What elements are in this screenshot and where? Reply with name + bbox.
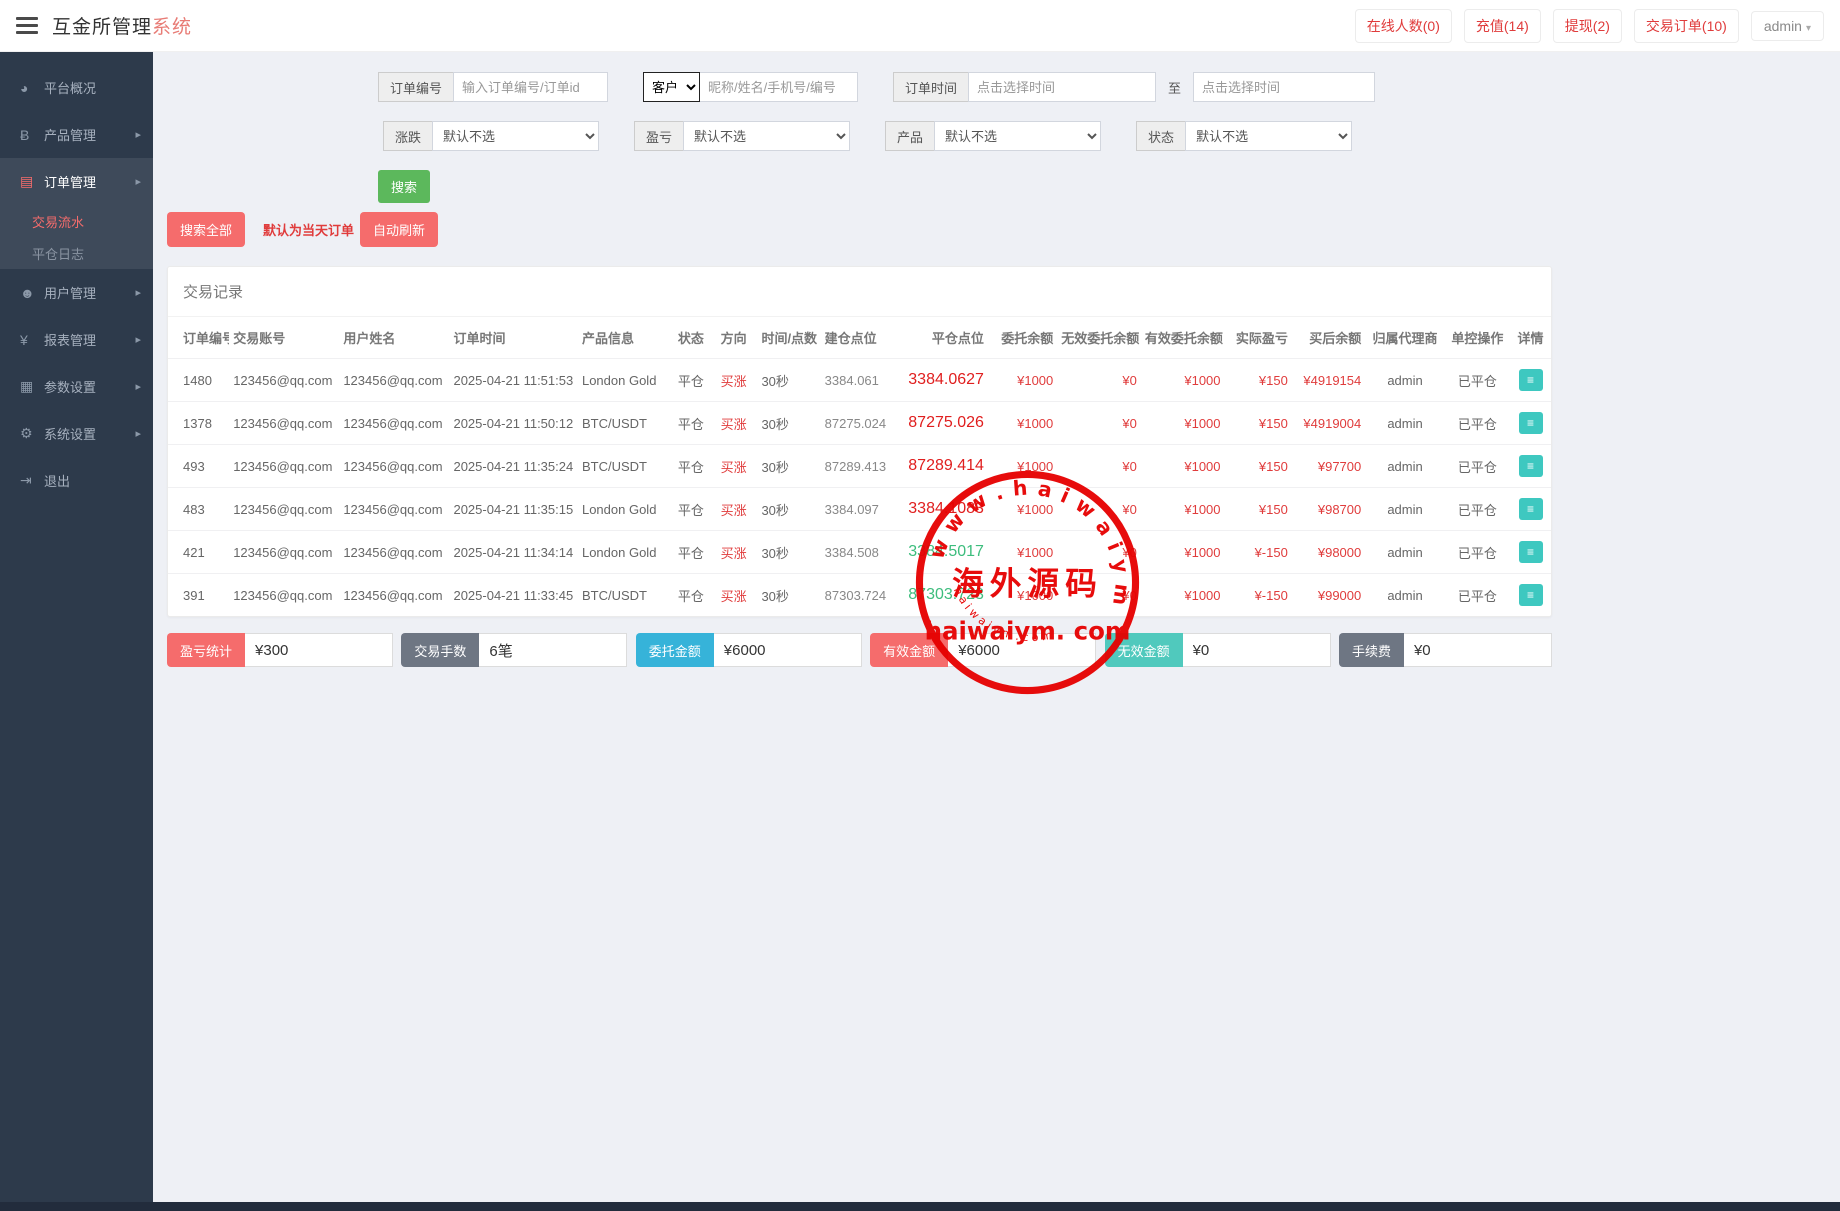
chevron-right-icon: ▸ [135,286,141,299]
sidebar-item-logout[interactable]: ⇥ 退出 [0,457,153,504]
time-end-input[interactable] [1193,72,1375,102]
product-select[interactable]: 默认不选 [934,121,1101,151]
invalid-amount-label[interactable]: 无效金额 [1105,633,1183,667]
table-row: 1480 123456@qq.com 123456@qq.com 2025-04… [168,359,1551,402]
card-title: 交易记录 [168,267,1551,317]
sidebar-item-overview[interactable]: ◕ 平台概况 [0,64,153,111]
summary-entrust-amount: 委托金额 [636,633,862,667]
orders-icon: ▤ [20,173,44,190]
order-no-input[interactable] [453,72,608,102]
trade-count-value [479,633,627,667]
menu-toggle-icon[interactable] [16,17,38,34]
logout-icon: ⇥ [20,472,44,489]
user-icon: ☻ [20,285,44,301]
updown-filter-label: 涨跌 [383,121,432,151]
detail-button[interactable]: ≡ [1519,584,1543,606]
admin-dropdown[interactable]: admin▾ [1751,11,1824,41]
sidebar-subitem-close-log[interactable]: 平仓日志 [0,237,153,269]
app-title: 互金所管理系统 [52,12,192,39]
sidebar-subitem-trade-flow[interactable]: 交易流水 [0,205,153,237]
sidebar-item-system[interactable]: ⚙ 系统设置 ▸ [0,410,153,457]
sidebar: ◕ 平台概况 Ƀ 产品管理 ▸ ▤ 订单管理 ▸ 交易流水 平仓日志 ☻ 用户管… [0,52,153,1203]
sidebar-item-users[interactable]: ☻ 用户管理 ▸ [0,269,153,316]
summary-fee: 手续费 [1339,633,1552,667]
fee-label[interactable]: 手续费 [1339,633,1404,667]
withdraw-count-button[interactable]: 提现(2) [1553,9,1622,43]
profit-total-value [245,633,393,667]
valid-amount-label[interactable]: 有效金额 [870,633,948,667]
product-filter-label: 产品 [885,121,934,151]
customer-input[interactable] [700,72,858,102]
valid-amount-value [948,633,1096,667]
detail-button[interactable]: ≡ [1519,541,1543,563]
status-filter-label: 状态 [1136,121,1185,151]
recharge-count-button[interactable]: 充值(14) [1464,9,1541,43]
dashboard-icon: ◕ [20,80,44,96]
chevron-right-icon: ▸ [135,333,141,346]
trade-table: 订单编号 交易账号 用户姓名 订单时间 产品信息 状态 方向 时间/点数 建仓点… [168,317,1551,616]
entrust-amount-label[interactable]: 委托金额 [636,633,714,667]
table-row: 493 123456@qq.com 123456@qq.com 2025-04-… [168,445,1551,488]
entrust-amount-value [714,633,862,667]
filter-form: 订单编号 客户 订单时间 至 涨跌 默认不选 [153,52,1840,203]
yen-icon: ¥ [20,332,44,348]
invalid-amount-value [1183,633,1331,667]
search-all-button[interactable]: 搜索全部 [167,212,245,247]
table-row: 421 123456@qq.com 123456@qq.com 2025-04-… [168,531,1551,574]
table-row: 483 123456@qq.com 123456@qq.com 2025-04-… [168,488,1551,531]
order-no-label: 订单编号 [378,72,453,102]
online-count-button[interactable]: 在线人数(0) [1355,9,1452,43]
summary-invalid-amount: 无效金额 [1105,633,1331,667]
chevron-right-icon: ▸ [135,427,141,440]
detail-button[interactable]: ≡ [1519,369,1543,391]
params-icon: ▦ [20,378,44,395]
to-label: 至 [1156,72,1193,102]
detail-button[interactable]: ≡ [1519,498,1543,520]
search-button[interactable]: 搜索 [378,170,430,203]
summary-valid-amount: 有效金额 [870,633,1096,667]
summary-profit-total: 盈亏统计 [167,633,393,667]
sidebar-item-orders[interactable]: ▤ 订单管理 ▸ [0,158,153,205]
top-header: 互金所管理系统 在线人数(0) 充值(14) 提现(2) 交易订单(10) ad… [0,0,1840,52]
profit-total-label[interactable]: 盈亏统计 [167,633,245,667]
table-row: 1378 123456@qq.com 123456@qq.com 2025-04… [168,402,1551,445]
profit-select[interactable]: 默认不选 [683,121,850,151]
chevron-down-icon: ▾ [1806,23,1811,34]
status-select[interactable]: 默认不选 [1185,121,1352,151]
table-body: 1480 123456@qq.com 123456@qq.com 2025-04… [168,359,1551,617]
detail-button[interactable]: ≡ [1519,455,1543,477]
chevron-right-icon: ▸ [135,175,141,188]
main-content: 订单编号 客户 订单时间 至 涨跌 默认不选 [153,52,1840,1203]
trade-orders-button[interactable]: 交易订单(10) [1634,9,1739,43]
order-time-label: 订单时间 [893,72,968,102]
detail-button[interactable]: ≡ [1519,412,1543,434]
time-start-input[interactable] [968,72,1156,102]
sidebar-item-products[interactable]: Ƀ 产品管理 ▸ [0,111,153,158]
footer-strip [0,1202,1840,1211]
sidebar-item-params[interactable]: ▦ 参数设置 ▸ [0,363,153,410]
gear-icon: ⚙ [20,425,44,442]
bitcoin-icon: Ƀ [20,127,44,143]
trade-count-label[interactable]: 交易手数 [401,633,479,667]
sidebar-item-reports[interactable]: ¥ 报表管理 ▸ [0,316,153,363]
profit-filter-label: 盈亏 [634,121,683,151]
customer-type-select[interactable]: 客户 [643,72,700,102]
summary-bar: 盈亏统计 交易手数 委托金额 有效金额 无效金额 手续费 [167,633,1552,667]
chevron-right-icon: ▸ [135,128,141,141]
table-header-row: 订单编号 交易账号 用户姓名 订单时间 产品信息 状态 方向 时间/点数 建仓点… [168,317,1551,359]
summary-trade-count: 交易手数 [401,633,627,667]
auto-refresh-button[interactable]: 自动刷新 [360,212,438,247]
sidebar-group-orders: ▤ 订单管理 ▸ 交易流水 平仓日志 [0,158,153,269]
today-orders-hint: 默认为当天订单 [263,220,354,239]
table-row: 391 123456@qq.com 123456@qq.com 2025-04-… [168,574,1551,617]
fee-value [1404,633,1552,667]
chevron-right-icon: ▸ [135,380,141,393]
updown-select[interactable]: 默认不选 [432,121,599,151]
trade-records-card: 交易记录 订单编号 交易账号 用户姓名 订单时间 产品信息 [167,266,1552,617]
